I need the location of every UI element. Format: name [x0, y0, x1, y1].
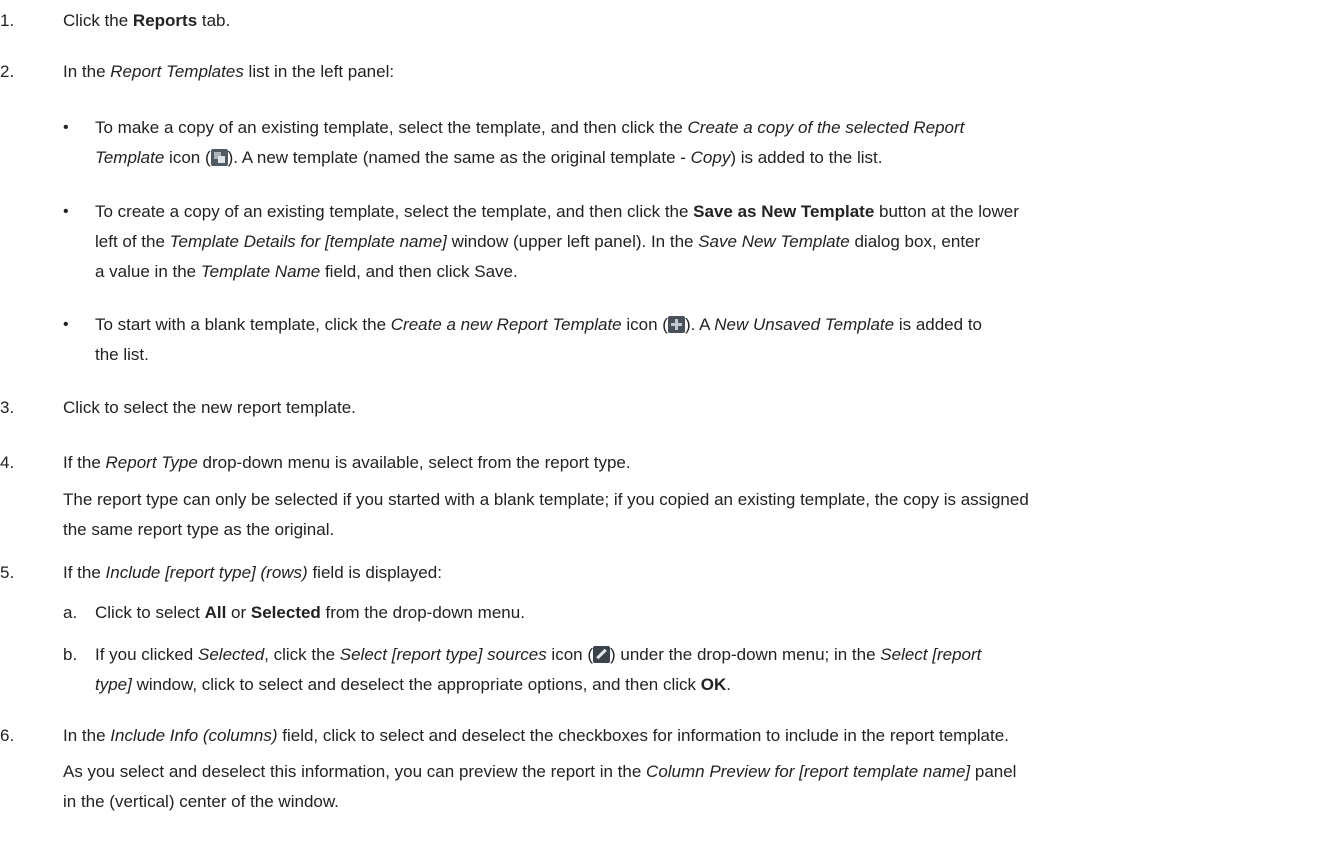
bullet-marker: •: [63, 119, 69, 136]
step-number: 2.: [0, 62, 15, 81]
step-text: If the Report Type drop-down menu is ava…: [63, 450, 1320, 542]
step-text: In the Include Info (columns) field, cli…: [63, 723, 1320, 814]
step-number: 4.: [0, 453, 15, 472]
pencil-icon: [593, 646, 610, 663]
document-page: 1. Click the Reports tab. 2. In the Repo…: [0, 0, 1320, 859]
bullet-text: To start with a blank template, click th…: [95, 315, 982, 364]
step-text: Click the Reports tab.: [63, 11, 231, 30]
substep-letter: b.: [63, 645, 78, 664]
step-number: 1.: [0, 11, 15, 30]
substep-text: If you clicked Selected, click the Selec…: [95, 645, 982, 694]
step-text: If the Include [report type] (rows) fiel…: [63, 563, 442, 582]
bullet-text: To create a copy of an existing template…: [95, 202, 1019, 281]
step-number: 6.: [0, 726, 15, 745]
copy-icon: [210, 149, 228, 166]
step-number: 3.: [0, 398, 15, 417]
substep-letter: a.: [63, 603, 78, 622]
plus-icon: [667, 316, 685, 333]
step-text: In the Report Templates list in the left…: [63, 62, 395, 81]
bullet-marker: •: [63, 316, 69, 333]
bullet-text: To make a copy of an existing template, …: [95, 118, 965, 167]
step-number: 5.: [0, 563, 15, 582]
substep-text: Click to select All or Selected from the…: [95, 603, 525, 622]
step-note: As you select and deselect this informat…: [63, 762, 1017, 781]
bullet-marker: •: [63, 203, 69, 220]
step-text: Click to select the new report template.: [63, 398, 356, 417]
step-note: The report type can only be selected if …: [63, 490, 1029, 509]
